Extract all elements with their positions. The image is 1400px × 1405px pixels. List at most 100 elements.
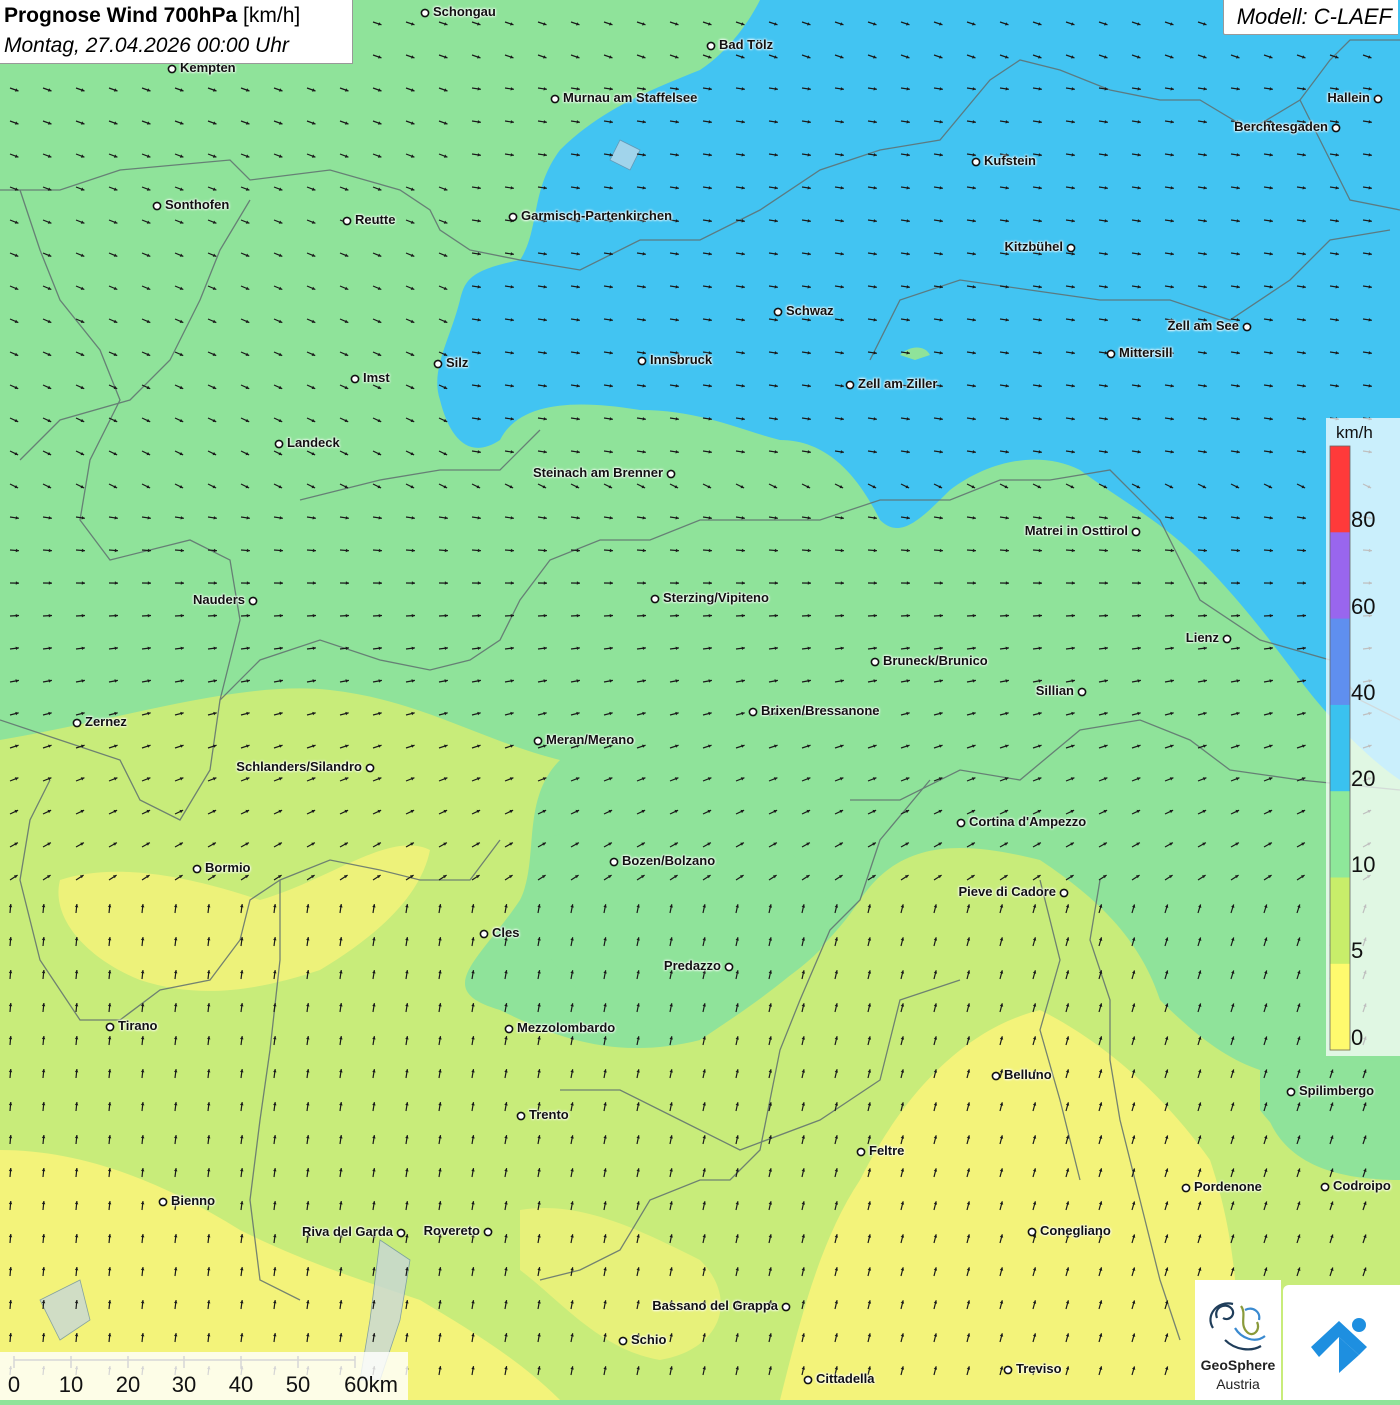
city-marker <box>774 308 781 315</box>
legend-tick-label: 10 <box>1351 852 1375 878</box>
title-unit: [km/h] <box>243 4 300 27</box>
forecast-datetime: Montag, 27.04.2026 00:00 Uhr <box>4 34 289 58</box>
city-label: Belluno <box>1004 1067 1052 1082</box>
scale-bar-label: 20 <box>116 1372 140 1398</box>
city-label: Kempten <box>180 60 236 75</box>
city-label: Brixen/Bressanone <box>761 703 880 718</box>
city-marker <box>1321 1183 1328 1190</box>
city-label: Sonthofen <box>165 197 229 212</box>
city-label: Predazzo <box>664 958 721 973</box>
city-marker <box>159 1198 166 1205</box>
model-label: Modell: C-LAEF <box>1237 4 1392 30</box>
city-label: Sterzing/Vipiteno <box>663 590 769 605</box>
city-marker <box>534 737 541 744</box>
city-label: Bad Tölz <box>719 37 773 52</box>
scale-bar-label: 60km <box>344 1372 398 1398</box>
city-marker <box>992 1072 999 1079</box>
city-label: Bienno <box>171 1193 215 1208</box>
city-marker <box>957 819 964 826</box>
city-label: Conegliano <box>1040 1223 1111 1238</box>
city-marker <box>153 202 160 209</box>
title-bold: Prognose Wind 700hPa <box>4 4 237 27</box>
scale-bar-label: 40 <box>229 1372 253 1398</box>
legend-swatch <box>1330 619 1350 706</box>
city-label: Cortina d'Ampezzo <box>969 814 1086 829</box>
city-marker <box>73 719 80 726</box>
city-marker <box>846 381 853 388</box>
city-label: Hallein <box>1327 90 1370 105</box>
city-label: Schwaz <box>786 303 834 318</box>
city-label: Bruneck/Brunico <box>883 653 988 668</box>
city-marker <box>434 360 441 367</box>
city-label: Zell am See <box>1167 318 1239 333</box>
map-title: Prognose Wind 700hPa [km/h] <box>4 4 300 28</box>
city-marker <box>619 1337 626 1344</box>
city-label: Kufstein <box>984 153 1036 168</box>
scale-bar-label: 50 <box>286 1372 310 1398</box>
city-label: Trento <box>529 1107 569 1122</box>
city-marker <box>1243 323 1250 330</box>
legend-swatch <box>1330 446 1350 533</box>
legend-swatch <box>1330 878 1350 965</box>
city-label: Landeck <box>287 435 340 450</box>
city-marker <box>343 217 350 224</box>
city-label: Reutte <box>355 212 395 227</box>
legend-tick-label: 5 <box>1351 938 1363 964</box>
city-label: Cles <box>492 925 519 940</box>
city-marker <box>638 357 645 364</box>
city-marker <box>1028 1228 1035 1235</box>
legend-tick-label: 0 <box>1351 1025 1363 1051</box>
geosphere-country: Austria <box>1195 1376 1281 1392</box>
city-label: Matrei in Osttirol <box>1025 523 1128 538</box>
city-label: Lienz <box>1186 630 1219 645</box>
city-marker <box>517 1112 524 1119</box>
city-marker <box>168 65 175 72</box>
legend-swatch <box>1330 705 1350 792</box>
city-marker <box>1067 244 1074 251</box>
legend-tick-label: 40 <box>1351 680 1375 706</box>
city-label: Sillian <box>1036 683 1074 698</box>
city-label: Bormio <box>205 860 251 875</box>
city-label: Garmisch-Partenkirchen <box>521 208 672 223</box>
city-marker <box>1132 528 1139 535</box>
city-label: Zell am Ziller <box>858 376 937 391</box>
city-marker <box>1374 95 1381 102</box>
city-label: Meran/Merano <box>546 732 634 747</box>
city-marker <box>351 375 358 382</box>
city-marker <box>804 1376 811 1383</box>
city-label: Mezzolombardo <box>517 1020 615 1035</box>
legend-unit: km/h <box>1336 423 1373 443</box>
legend-color-bar <box>1330 446 1350 1051</box>
city-marker <box>972 158 979 165</box>
city-label: Tirano <box>118 1018 158 1033</box>
city-label: Bozen/Bolzano <box>622 853 715 868</box>
app-logo-icon <box>1283 1285 1400 1400</box>
geosphere-logo: GeoSphere Austria <box>1195 1280 1281 1400</box>
city-marker <box>551 95 558 102</box>
city-label: Pieve di Cadore <box>958 884 1056 899</box>
scale-bar-label: 0 <box>8 1372 20 1398</box>
city-marker <box>1223 635 1230 642</box>
city-marker <box>857 1148 864 1155</box>
legend-tick-label: 60 <box>1351 594 1375 620</box>
model-panel: Modell: C-LAEF <box>1223 0 1398 35</box>
city-marker <box>1287 1088 1294 1095</box>
city-marker <box>725 963 732 970</box>
city-marker <box>1060 889 1067 896</box>
city-marker <box>707 42 714 49</box>
city-label: Schlanders/Silandro <box>236 759 362 774</box>
scale-bar: 0102030405060km <box>0 1352 408 1400</box>
city-marker <box>651 595 658 602</box>
city-label: Codroipo <box>1333 1178 1391 1193</box>
city-label: Rovereto <box>424 1223 480 1238</box>
city-label: Kitzbühel <box>1005 239 1064 254</box>
city-marker <box>397 1229 404 1236</box>
scale-bar-label: 30 <box>172 1372 196 1398</box>
app-logo <box>1283 1285 1400 1400</box>
city-marker <box>1182 1184 1189 1191</box>
city-label: Feltre <box>869 1143 904 1158</box>
city-marker <box>1107 350 1114 357</box>
geosphere-name: GeoSphere <box>1195 1357 1281 1373</box>
city-marker <box>1078 688 1085 695</box>
city-marker <box>366 764 373 771</box>
